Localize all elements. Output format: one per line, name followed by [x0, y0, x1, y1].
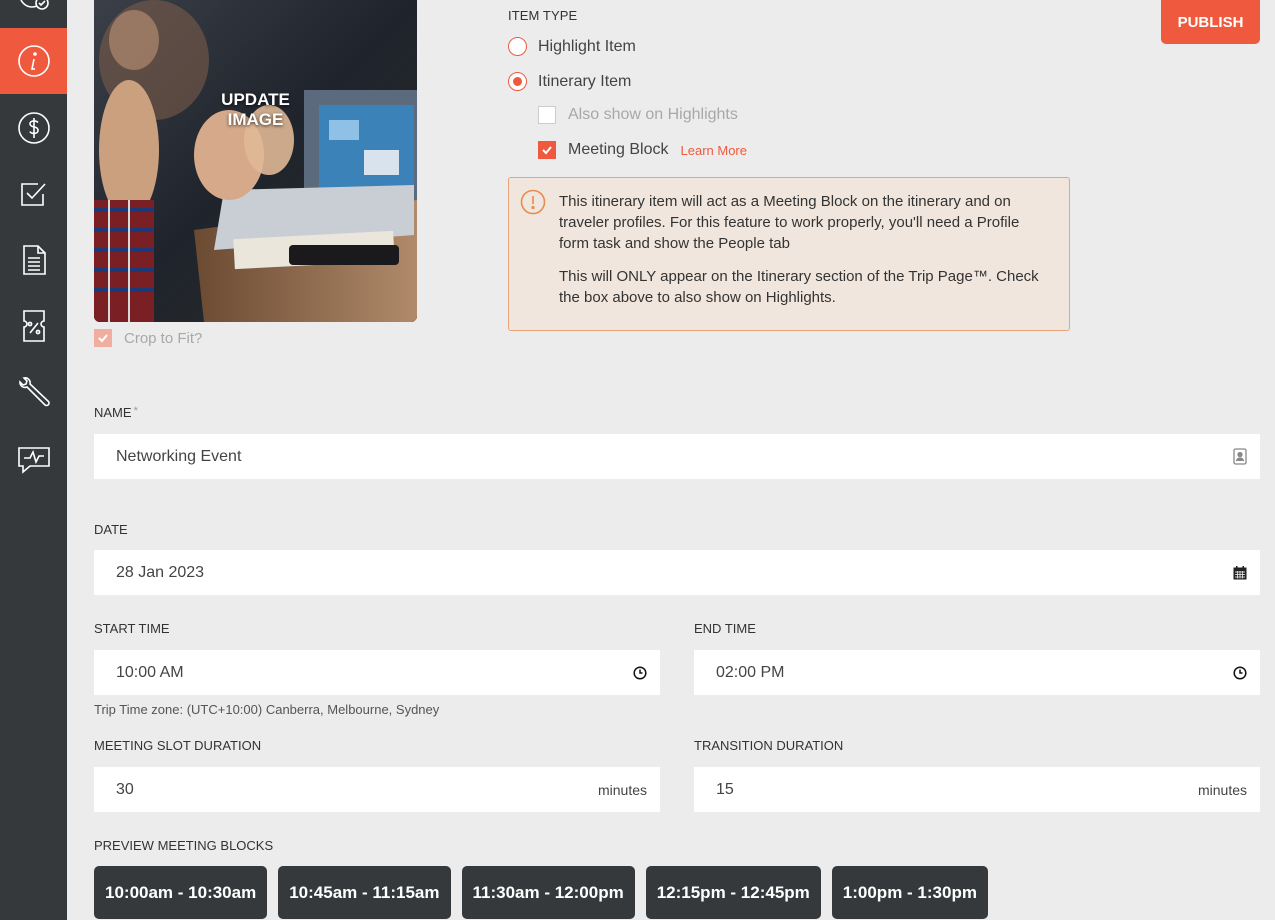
end-time-input[interactable]: 02:00 PM — [694, 650, 1260, 695]
sidebar-item-documents[interactable] — [0, 227, 67, 293]
start-time-input[interactable]: 10:00 AM — [94, 650, 660, 695]
learn-more-link[interactable]: Learn More — [681, 143, 747, 158]
name-label-text: NAME — [94, 405, 132, 420]
start-time-label: START TIME — [94, 621, 170, 636]
checkbox-icon — [20, 183, 46, 206]
also-show-highlights[interactable]: Also show on Highlights — [538, 106, 738, 124]
end-time-label: END TIME — [694, 621, 756, 636]
highlight-item-label: Highlight Item — [538, 37, 636, 55]
timezone-note: Trip Time zone: (UTC+10:00) Canberra, Me… — [94, 702, 440, 717]
sidebar-item-info[interactable] — [0, 28, 67, 94]
name-input-value: Networking Event — [116, 447, 242, 465]
transition-duration-value: 15 — [716, 780, 734, 798]
info-icon — [17, 45, 50, 77]
transition-duration-label: TRANSITION DURATION — [694, 738, 844, 753]
minutes-suffix: minutes — [1197, 781, 1247, 798]
meeting-block[interactable]: Meeting Block Learn More — [538, 141, 747, 159]
meeting-block-checkbox[interactable] — [538, 141, 556, 159]
info-paragraph-2: This will ONLY appear on the Itinerary s… — [559, 268, 1039, 306]
crop-to-fit: Crop to Fit? — [94, 329, 202, 347]
meeting-slot[interactable]: 12:15pm - 12:45pm — [645, 866, 821, 919]
preview-slots: 10:00am - 10:30am 10:45am - 11:15am 11:3… — [94, 866, 988, 919]
document-icon — [22, 245, 46, 275]
radio-itinerary-item[interactable]: Itinerary Item — [508, 72, 631, 91]
sidebar-item-overview[interactable] — [0, 0, 67, 28]
sidebar-item-messages[interactable] — [0, 425, 67, 491]
clock-icon[interactable] — [633, 665, 647, 680]
start-time-value: 10:00 AM — [116, 663, 184, 681]
name-input[interactable]: Networking Event — [94, 434, 1260, 479]
minutes-suffix: minutes — [597, 781, 647, 798]
contact-card-icon — [1233, 448, 1247, 465]
meeting-slot[interactable]: 11:30am - 12:00pm — [461, 866, 635, 919]
radio-highlight-item[interactable]: Highlight Item — [508, 37, 636, 56]
wrench-icon — [18, 377, 50, 407]
calendar-icon[interactable] — [1233, 565, 1247, 580]
globe-check-icon — [19, 0, 49, 10]
date-label: DATE — [94, 522, 128, 537]
meeting-slot[interactable]: 10:45am - 11:15am — [278, 866, 451, 919]
sidebar-item-discounts[interactable] — [0, 293, 67, 359]
sidebar — [0, 0, 67, 920]
coupon-icon — [22, 310, 45, 342]
dollar-icon — [17, 112, 50, 144]
clock-icon[interactable] — [1233, 665, 1247, 680]
publish-button[interactable]: PUBLISH — [1161, 0, 1260, 44]
check-icon — [98, 334, 108, 343]
end-time-value: 02:00 PM — [716, 663, 785, 681]
item-type-label: ITEM TYPE — [508, 8, 578, 23]
date-input-value: 28 Jan 2023 — [116, 563, 205, 581]
exclamation-circle-icon — [520, 189, 546, 215]
meeting-photo — [94, 0, 417, 322]
highlight-item-radio[interactable] — [508, 37, 527, 56]
sidebar-item-tools[interactable] — [0, 359, 67, 425]
meeting-slot[interactable]: 10:00am - 10:30am — [94, 866, 268, 919]
sidebar-item-tasks[interactable] — [0, 161, 67, 227]
slot-duration-input[interactable]: 30 minutes — [94, 767, 660, 812]
itinerary-item-label: Itinerary Item — [538, 72, 632, 90]
crop-to-fit-label: Crop to Fit? — [124, 329, 203, 347]
chat-pulse-icon — [17, 447, 50, 474]
slot-duration-label: MEETING SLOT DURATION — [94, 738, 262, 753]
sidebar-item-costs[interactable] — [0, 95, 67, 161]
date-input[interactable]: 28 Jan 2023 — [94, 550, 1260, 595]
also-show-highlights-checkbox[interactable] — [538, 106, 556, 124]
required-marker: * — [133, 405, 138, 417]
update-image-label[interactable]: UPDATE IMAGE — [94, 90, 417, 130]
transition-duration-input[interactable]: 15 minutes — [694, 767, 1260, 812]
check-icon — [542, 146, 552, 155]
preview-label: PREVIEW MEETING BLOCKS — [94, 838, 274, 853]
item-image[interactable]: UPDATE IMAGE — [94, 0, 417, 322]
crop-to-fit-checkbox[interactable] — [94, 329, 112, 347]
slot-duration-value: 30 — [116, 780, 134, 798]
also-show-highlights-label: Also show on Highlights — [568, 106, 738, 123]
name-label: NAME * — [94, 405, 138, 420]
info-paragraph-1: This itinerary item will act as a Meetin… — [559, 193, 1020, 252]
meeting-block-info: This itinerary item will act as a Meetin… — [508, 177, 1070, 331]
meeting-block-label: Meeting Block — [568, 141, 669, 158]
itinerary-item-radio[interactable] — [508, 72, 527, 91]
meeting-slot[interactable]: 1:00pm - 1:30pm — [831, 866, 988, 919]
